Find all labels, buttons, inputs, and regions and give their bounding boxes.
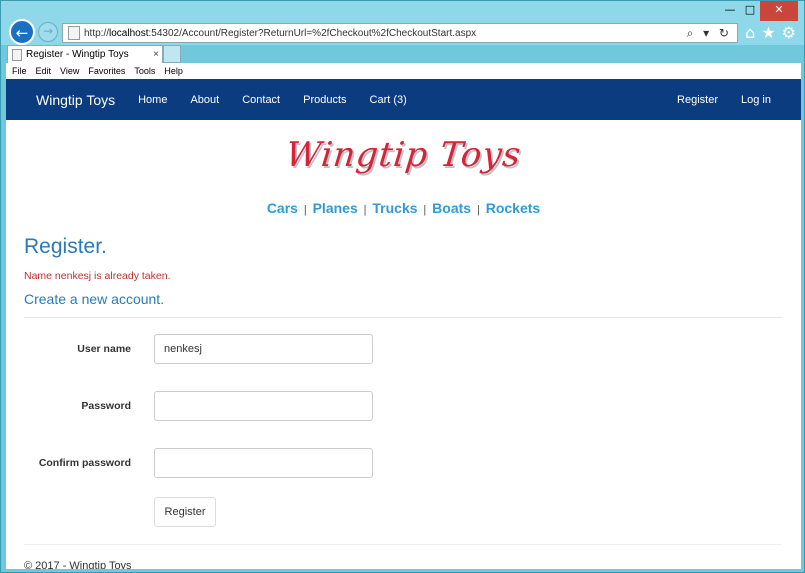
menu-tools[interactable]: Tools — [134, 66, 155, 76]
forward-button[interactable]: → — [38, 22, 58, 42]
category-cars[interactable]: Cars — [267, 200, 298, 216]
page-viewport: Wingtip Toys Home About Contact Products… — [6, 79, 801, 569]
url-prefix: http:// — [84, 27, 110, 39]
password-row: Password — [24, 391, 801, 421]
error-message: Name nenkesj is already taken. — [24, 270, 171, 282]
close-tab-icon[interactable]: × — [150, 49, 162, 60]
home-icon[interactable]: ⌂ — [745, 23, 755, 42]
confirm-password-input[interactable] — [154, 448, 373, 478]
url-text[interactable]: http://localhost:54302/Account/Register?… — [84, 28, 687, 39]
star-icon[interactable]: ★ — [761, 23, 775, 42]
username-row: User name — [24, 334, 801, 364]
logo[interactable]: Wingtip Toys — [6, 120, 801, 190]
menu-edit[interactable]: Edit — [36, 66, 52, 76]
nav-login[interactable]: Log in — [741, 94, 771, 106]
page-title: Register. — [24, 235, 107, 258]
register-button[interactable]: Register — [154, 497, 216, 527]
address-tools-icon[interactable]: ⌕ ▾ ↻ — [687, 26, 737, 41]
nav-about[interactable]: About — [190, 94, 219, 106]
gear-icon[interactable]: ⚙ — [782, 23, 796, 42]
footer-divider — [24, 544, 782, 545]
category-menu: Cars | Planes | Trucks | Boats | Rockets — [6, 200, 801, 216]
category-planes[interactable]: Planes — [313, 200, 358, 216]
username-input[interactable] — [154, 334, 373, 364]
page-subtitle: Create a new account. — [24, 291, 165, 307]
new-tab-button[interactable] — [163, 45, 181, 63]
password-label: Password — [81, 400, 131, 412]
nav-contact[interactable]: Contact — [242, 94, 280, 106]
url-host: localhost — [109, 27, 149, 39]
title-bar: — □ ✕ ← → http://localhost:54302/Account… — [1, 1, 804, 45]
category-rockets[interactable]: Rockets — [486, 200, 540, 216]
nav-products[interactable]: Products — [303, 94, 346, 106]
nav-cart[interactable]: Cart (3) — [370, 94, 407, 106]
menu-help[interactable]: Help — [164, 66, 183, 76]
menu-view[interactable]: View — [60, 66, 79, 76]
logo-text: Wingtip Toys — [283, 135, 524, 175]
url-path: :54302/Account/Register?ReturnUrl=%2fChe… — [148, 27, 477, 39]
menu-favorites[interactable]: Favorites — [88, 66, 125, 76]
window-controls: — □ ✕ — [720, 1, 798, 21]
menu-file[interactable]: File — [12, 66, 27, 76]
footer-text: © 2017 - Wingtip Toys — [24, 560, 132, 569]
category-separator: | — [303, 204, 307, 216]
nav-account: Register Log in — [654, 94, 801, 106]
username-label: User name — [77, 343, 131, 355]
category-separator: | — [476, 204, 480, 216]
close-button[interactable]: ✕ — [760, 1, 798, 21]
page-icon — [68, 26, 80, 40]
tab-register[interactable]: Register - Wingtip Toys × — [7, 45, 163, 63]
maximize-button[interactable]: □ — [740, 1, 760, 21]
minimize-button[interactable]: — — [720, 1, 740, 21]
category-separator: | — [363, 204, 367, 216]
nav-register[interactable]: Register — [677, 94, 718, 106]
category-trucks[interactable]: Trucks — [372, 200, 417, 216]
browser-window: — □ ✕ ← → http://localhost:54302/Account… — [0, 0, 805, 573]
browser-toolbar-icons: ⌂ ★ ⚙ — [745, 23, 796, 42]
menu-bar: File Edit View Favorites Tools Help — [6, 63, 801, 79]
category-separator: | — [423, 204, 427, 216]
divider — [24, 317, 782, 318]
site-navbar: Wingtip Toys Home About Contact Products… — [6, 79, 801, 120]
address-bar[interactable]: http://localhost:54302/Account/Register?… — [62, 23, 738, 43]
confirm-password-row: Confirm password — [24, 448, 801, 478]
main-content: Register. Name nenkesj is already taken.… — [6, 235, 801, 478]
brand-link[interactable]: Wingtip Toys — [36, 92, 115, 108]
confirm-password-label: Confirm password — [38, 457, 131, 469]
nav-home[interactable]: Home — [138, 94, 167, 106]
tab-title: Register - Wingtip Toys — [26, 49, 129, 60]
back-button[interactable]: ← — [9, 19, 35, 45]
tab-strip: Register - Wingtip Toys × — [1, 45, 804, 63]
page-icon — [12, 48, 22, 61]
category-boats[interactable]: Boats — [432, 200, 471, 216]
password-input[interactable] — [154, 391, 373, 421]
